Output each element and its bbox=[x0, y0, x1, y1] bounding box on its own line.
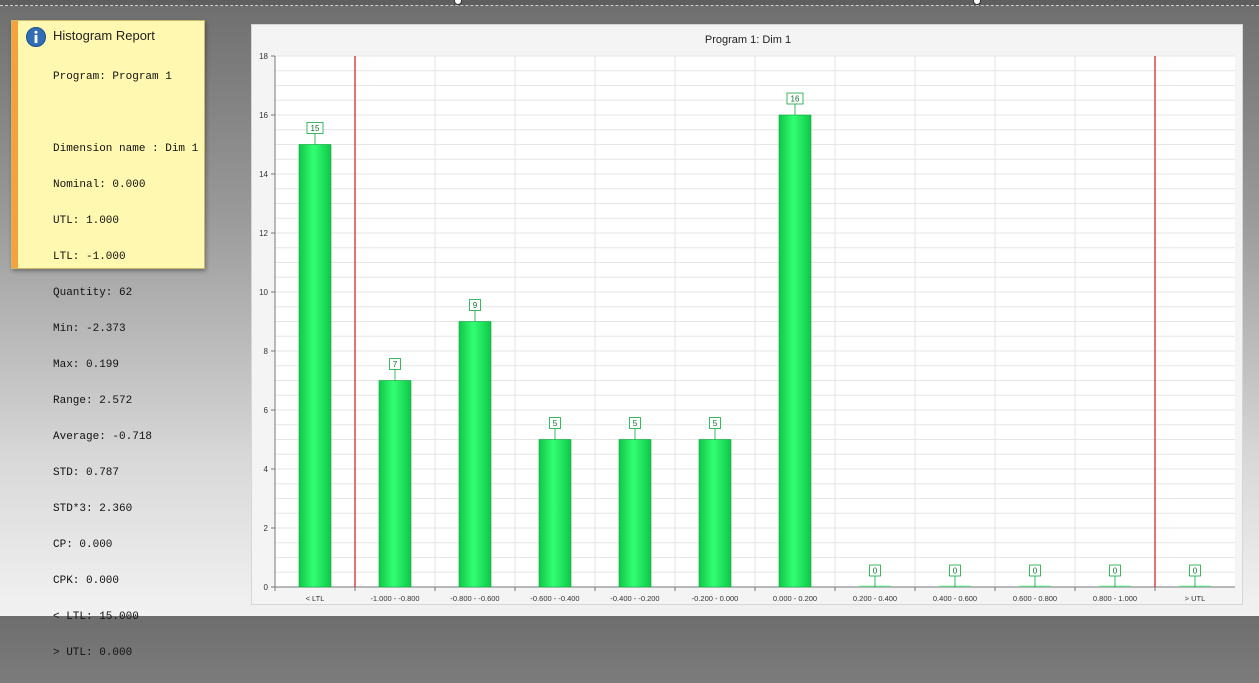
histogram-report-note[interactable]: Histogram Report Program: Program 1 Dime… bbox=[11, 20, 205, 659]
note-body: Program: Program 1 Dimension name : Dim … bbox=[53, 47, 198, 683]
data-label: 0 bbox=[953, 567, 958, 576]
histogram-bar bbox=[298, 144, 332, 588]
stat-line: CPK: 0.000 bbox=[53, 575, 120, 587]
stat-line: < LTL: 15.000 bbox=[53, 611, 139, 623]
x-tick-label: -0.600 - -0.400 bbox=[530, 594, 579, 603]
stat-line: STD*3: 2.360 bbox=[53, 503, 133, 515]
y-tick-label: 12 bbox=[259, 229, 268, 238]
data-label: 15 bbox=[311, 124, 320, 133]
x-tick-label: 0.600 - 0.800 bbox=[1013, 594, 1057, 603]
x-tick-label: 0.400 - 0.600 bbox=[933, 594, 977, 603]
x-tick-label: -0.200 - 0.000 bbox=[692, 594, 739, 603]
x-tick-label: > UTL bbox=[1185, 594, 1206, 603]
stat-line: Max: 0.199 bbox=[53, 359, 120, 371]
histogram-chart: Program 1: Dim 1 0 2 4 6 8 10 12 14 16 18 < LTL 15… bbox=[259, 34, 1235, 603]
resize-handle-left[interactable] bbox=[454, 0, 462, 5]
stat-line: CP: 0.000 bbox=[53, 539, 113, 551]
x-tick-label: -0.400 - -0.200 bbox=[610, 594, 659, 603]
x-tick-label: -0.800 - -0.600 bbox=[450, 594, 499, 603]
stat-line: Quantity: 62 bbox=[53, 287, 133, 299]
note-accent-bar bbox=[12, 21, 18, 268]
stat-line: Min: -2.373 bbox=[53, 323, 126, 335]
chart-title: Program 1: Dim 1 bbox=[705, 34, 791, 46]
data-label: 16 bbox=[791, 95, 800, 104]
stat-line: > UTL: 0.000 bbox=[53, 647, 133, 659]
data-label: 0 bbox=[873, 567, 878, 576]
stat-line: Dimension name : Dim 1 bbox=[53, 143, 199, 155]
selection-border bbox=[0, 0, 1259, 6]
stat-line: LTL: -1.000 bbox=[53, 251, 126, 263]
stat-line: STD: 0.787 bbox=[53, 467, 120, 479]
y-tick-label: 6 bbox=[264, 406, 269, 415]
histogram-chart-panel[interactable]: Program 1: Dim 1 0 2 4 6 8 10 12 14 16 18 < LTL 15… bbox=[251, 24, 1243, 605]
histogram-bar bbox=[618, 439, 652, 588]
y-tick-label: 2 bbox=[264, 524, 269, 533]
info-icon bbox=[26, 27, 46, 47]
data-label: 5 bbox=[553, 419, 558, 428]
histogram-bar bbox=[698, 439, 732, 588]
stat-line: Nominal: 0.000 bbox=[53, 179, 146, 191]
y-tick-label: 4 bbox=[264, 465, 269, 474]
y-tick-label: 0 bbox=[264, 583, 269, 592]
program-line: Program: Program 1 bbox=[53, 71, 172, 83]
histogram-bar bbox=[538, 439, 572, 588]
x-tick-label: 0.800 - 1.000 bbox=[1093, 594, 1137, 603]
data-label: 7 bbox=[393, 360, 398, 369]
data-label: 5 bbox=[713, 419, 718, 428]
data-label: 9 bbox=[473, 301, 478, 310]
y-tick-label: 16 bbox=[259, 111, 268, 120]
histogram-bar bbox=[778, 114, 812, 588]
resize-handle-right[interactable] bbox=[973, 0, 981, 5]
stat-line: Range: 2.572 bbox=[53, 395, 133, 407]
y-tick-label: 8 bbox=[264, 347, 269, 356]
x-tick-label: < LTL bbox=[306, 594, 325, 603]
x-tick-label: 0.000 - 0.200 bbox=[773, 594, 817, 603]
y-tick-label: 14 bbox=[259, 170, 268, 179]
y-tick-label: 10 bbox=[259, 288, 268, 297]
data-label: 0 bbox=[1033, 567, 1038, 576]
stat-line: UTL: 1.000 bbox=[53, 215, 120, 227]
x-tick-label: 0.200 - 0.400 bbox=[853, 594, 897, 603]
stat-line: Average: -0.718 bbox=[53, 431, 153, 443]
histogram-bar bbox=[458, 321, 492, 588]
data-label: 5 bbox=[633, 419, 638, 428]
x-tick-label: -1.000 - -0.800 bbox=[370, 594, 419, 603]
data-label: 0 bbox=[1113, 567, 1118, 576]
note-title: Histogram Report bbox=[53, 28, 155, 43]
data-label: 0 bbox=[1193, 567, 1198, 576]
y-tick-label: 18 bbox=[259, 52, 268, 61]
histogram-bar bbox=[378, 380, 412, 588]
